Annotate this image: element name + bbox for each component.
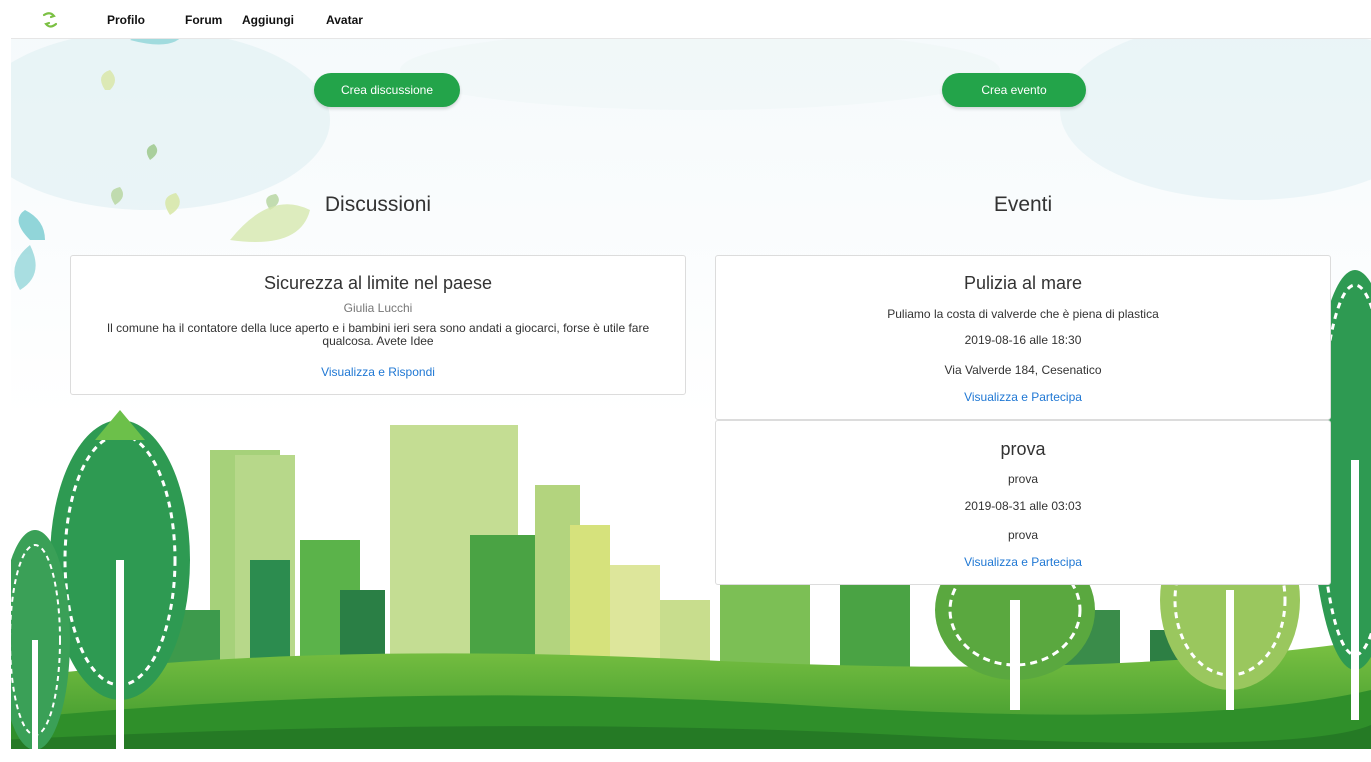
- event-location: prova: [1007, 528, 1039, 542]
- nav-item-aggiungi[interactable]: Aggiungi: [242, 13, 294, 27]
- view-and-join-link[interactable]: Visualizza e Partecipa: [716, 390, 1330, 404]
- event-title: prova: [1000, 439, 1046, 459]
- top-navbar: Profilo Forum Aggiungi Avatar: [11, 0, 1371, 39]
- event-description: prova: [1007, 472, 1039, 486]
- event-card: prova prova 2019-08-31 alle 03:03 prova …: [715, 420, 1331, 585]
- nav-item-profilo[interactable]: Profilo: [107, 13, 145, 27]
- discussion-author: Giulia Lucchi: [343, 301, 413, 315]
- discussion-title: Sicurezza al limite nel paese: [263, 273, 493, 293]
- view-and-join-link[interactable]: Visualizza e Partecipa: [716, 555, 1330, 569]
- view-and-reply-link[interactable]: Visualizza e Rispondi: [71, 365, 685, 379]
- event-datetime: 2019-08-31 alle 03:03: [964, 499, 1082, 513]
- event-description: Puliamo la costa di valverde che è piena…: [887, 307, 1159, 321]
- page: Profilo Forum Aggiungi Avatar Crea discu…: [0, 0, 1371, 762]
- event-location: Via Valverde 184, Cesenatico: [944, 363, 1102, 377]
- event-datetime: 2019-08-16 alle 18:30: [964, 333, 1082, 347]
- nav-item-forum[interactable]: Forum: [185, 13, 222, 27]
- discussion-body: Il comune ha il contatore della luce ape…: [106, 321, 650, 348]
- nav-item-avatar[interactable]: Avatar: [326, 13, 363, 27]
- discussion-card: Sicurezza al limite nel paese Giulia Luc…: [70, 255, 686, 395]
- page-bottom-margin: [0, 749, 1371, 762]
- event-title: Pulizia al mare: [963, 273, 1083, 293]
- event-card: Pulizia al mare Puliamo la costa di valv…: [715, 255, 1331, 420]
- create-discussion-button[interactable]: Crea discussione: [314, 73, 460, 107]
- create-event-button[interactable]: Crea evento: [942, 73, 1086, 107]
- discussions-heading: Discussioni: [324, 193, 432, 216]
- page-left-margin: [0, 0, 11, 762]
- events-heading: Eventi: [993, 193, 1053, 216]
- leaf-swirl-logo-icon[interactable]: [39, 9, 61, 31]
